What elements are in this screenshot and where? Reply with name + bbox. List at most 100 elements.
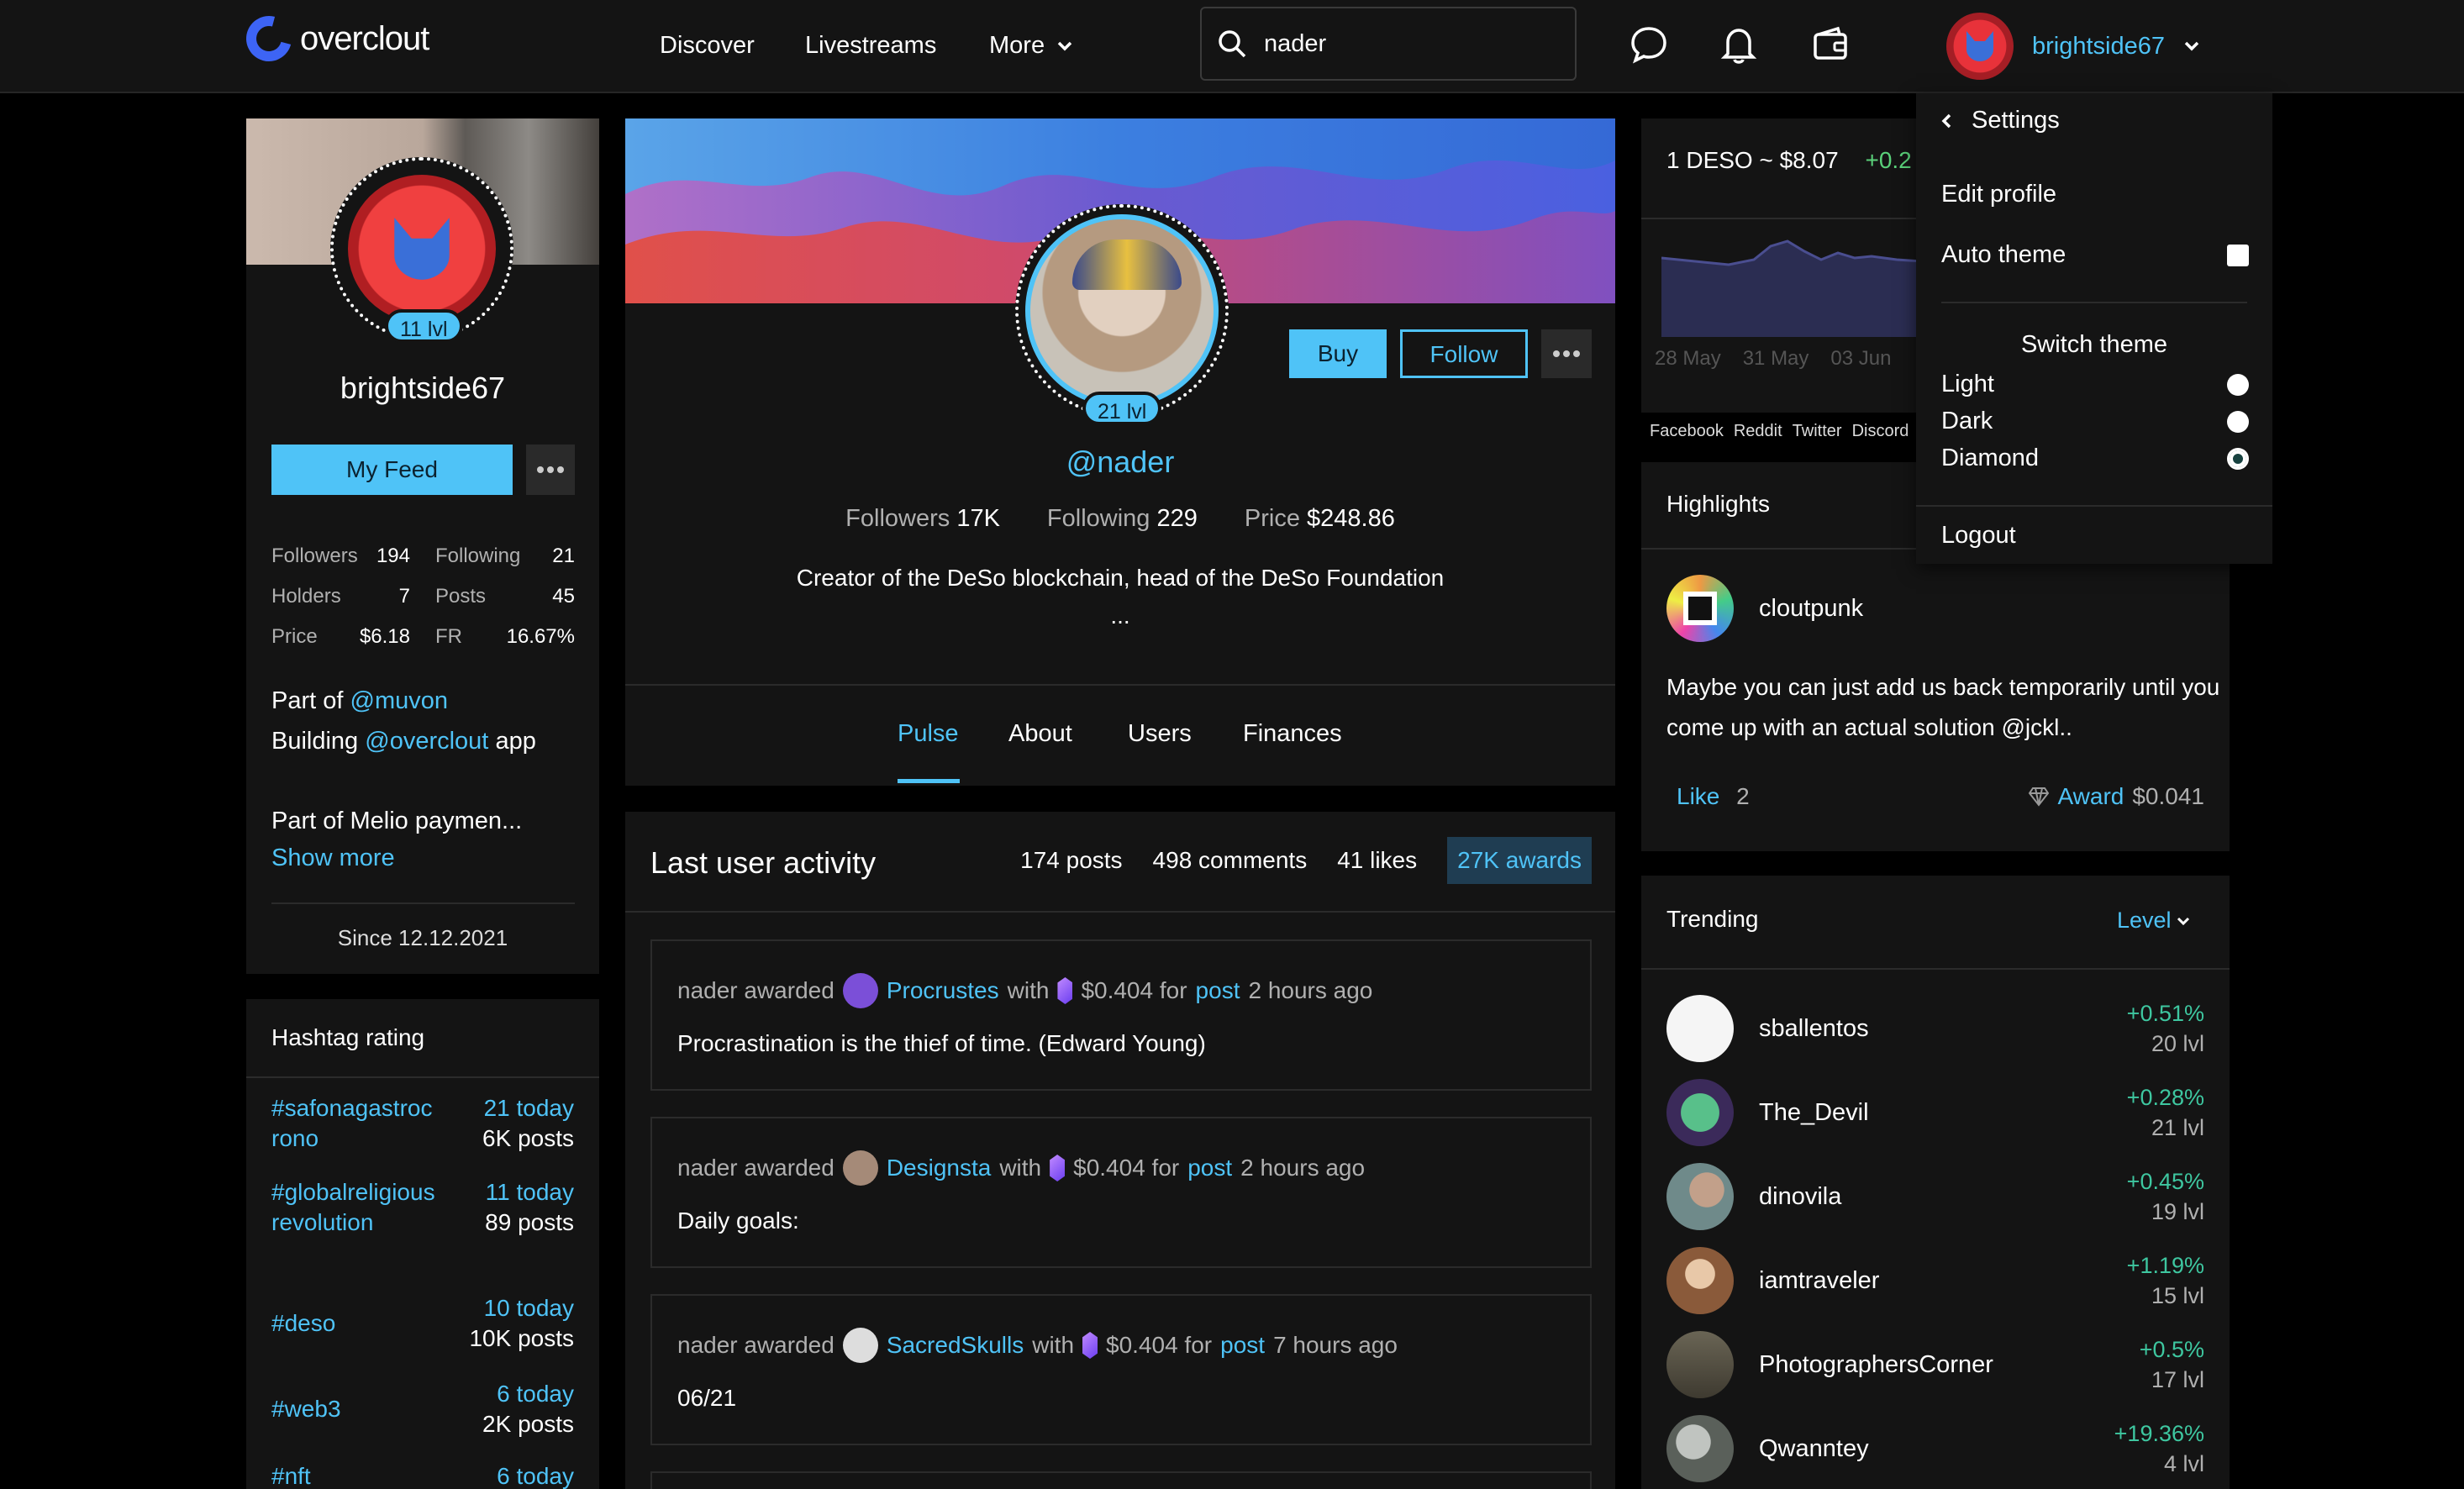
- more-dots-icon: [1553, 350, 1580, 357]
- settings-dropdown: Settings Edit profile Auto theme Switch …: [1916, 93, 2272, 564]
- activity-item[interactable]: nader awarded SacredSkulls with $0.404 f…: [650, 1294, 1592, 1445]
- show-more-link[interactable]: Show more: [271, 844, 395, 872]
- activity-item[interactable]: nader awarded Procrustes with $0.404 for…: [650, 939, 1592, 1091]
- auto-theme-label: Auto theme: [1941, 241, 2066, 268]
- trending-row[interactable]: PhotographersCorner +0.5% 17 lvl: [1666, 1329, 2204, 1400]
- nav-discover[interactable]: Discover: [660, 27, 755, 65]
- post-link[interactable]: post: [1187, 1155, 1232, 1181]
- divider: [625, 684, 1615, 686]
- profile-following[interactable]: Following 229: [1047, 505, 1198, 533]
- trending-row[interactable]: Qwanntey +19.36% 4 lvl: [1666, 1413, 2204, 1484]
- logout-item[interactable]: Logout: [1941, 522, 2016, 550]
- deso-price: 1 DESO ~ $8.07: [1666, 147, 1839, 173]
- deso-change: +0.2: [1865, 147, 1912, 173]
- tab-users[interactable]: Users: [1128, 720, 1192, 771]
- stat-holders[interactable]: Holders 7: [271, 585, 410, 608]
- footer-link-facebook[interactable]: Facebook: [1650, 422, 1724, 441]
- user-menu-toggle[interactable]: brightside67: [1946, 12, 2200, 81]
- nav-livestreams[interactable]: Livestreams: [805, 27, 936, 65]
- activity-item[interactable]: nader awarded Designsta with $0.404 for …: [650, 1117, 1592, 1268]
- bio-link-muvon[interactable]: @muvon: [350, 687, 448, 714]
- price-line: 1 DESO ~ $8.07 +0.2: [1666, 147, 1912, 174]
- hashtag-row[interactable]: #deso 10 today 10K posts: [271, 1293, 574, 1354]
- chevron-down-icon: [1057, 41, 1072, 50]
- activity-item[interactable]: [650, 1471, 1592, 1489]
- search-input[interactable]: [1264, 29, 1566, 58]
- diamond-gem-icon: [1050, 1155, 1066, 1181]
- search-box[interactable]: [1200, 7, 1577, 81]
- profile-followers[interactable]: Followers 17K: [845, 505, 1000, 533]
- avatar: [1666, 995, 1734, 1062]
- chevron-left-icon: [1941, 113, 1951, 128]
- divider: [1941, 302, 2247, 303]
- post-link[interactable]: post: [1196, 977, 1240, 1004]
- bell-icon[interactable]: [1718, 24, 1760, 66]
- post-link[interactable]: post: [1220, 1332, 1265, 1359]
- count-awards[interactable]: 27K awards: [1447, 837, 1592, 884]
- profile-stats: Followers 17K Following 229 Price $248.8…: [625, 505, 1615, 533]
- chevron-down-icon: [2184, 41, 2199, 51]
- avatar: [348, 175, 496, 323]
- count-comments[interactable]: 498 comments: [1153, 847, 1308, 874]
- logo[interactable]: overclout: [238, 8, 429, 70]
- divider: [246, 1076, 599, 1078]
- activity-panel: Last user activity 174 posts 498 comment…: [625, 812, 1615, 1489]
- nav-more[interactable]: More: [989, 27, 1073, 65]
- theme-light-radio[interactable]: [2227, 374, 2249, 396]
- hashtag-row[interactable]: #nft 6 today: [271, 1461, 574, 1489]
- profile-bio-ellipsis[interactable]: ...: [625, 602, 1615, 629]
- count-likes[interactable]: 41 likes: [1337, 847, 1417, 874]
- hashtag-row[interactable]: #web3 6 today 2K posts: [271, 1379, 574, 1439]
- edit-profile-item[interactable]: Edit profile: [1941, 181, 2056, 208]
- trending-row[interactable]: sballentos +0.51% 20 lvl: [1666, 993, 2204, 1064]
- awarded-user-link[interactable]: Procrustes: [887, 977, 999, 1004]
- search-icon: [1219, 30, 1246, 58]
- trending-row[interactable]: The_Devil +0.28% 21 lvl: [1666, 1077, 2204, 1148]
- messages-icon[interactable]: [1628, 24, 1670, 66]
- highlight-text: Maybe you can just add us back temporari…: [1666, 674, 2220, 740]
- more-options-button[interactable]: [1541, 329, 1592, 378]
- like-button[interactable]: Like 2: [1677, 783, 1750, 810]
- trending-row[interactable]: dinovila +0.45% 19 lvl: [1666, 1161, 2204, 1232]
- wallet-icon[interactable]: [1809, 24, 1851, 66]
- buy-button[interactable]: Buy: [1289, 329, 1387, 378]
- my-profile-card: 11 lvl brightside67 My Feed Followers 194…: [246, 118, 599, 974]
- stat-posts[interactable]: Posts 45: [435, 585, 575, 608]
- footer-link-discord[interactable]: Discord: [1852, 422, 1909, 441]
- my-feed-button[interactable]: My Feed: [271, 445, 513, 495]
- avatar: [1666, 1415, 1734, 1482]
- top-bar: overclout Discover Livestreams More brig…: [0, 0, 2464, 93]
- count-posts[interactable]: 174 posts: [1020, 847, 1122, 874]
- tab-pulse[interactable]: Pulse: [898, 720, 959, 771]
- profile-bio: Creator of the DeSo blockchain, head of …: [796, 565, 1445, 591]
- hashtag-row[interactable]: #safonagastrocrono 21 today 6K posts: [271, 1093, 574, 1154]
- auto-theme-checkbox[interactable]: [2227, 245, 2249, 266]
- level-badge: 11 lvl: [385, 309, 463, 343]
- more-options-button[interactable]: [526, 445, 575, 495]
- profile-handle[interactable]: @nader: [625, 445, 1615, 480]
- divider: [1641, 968, 2230, 970]
- follow-button[interactable]: Follow: [1400, 329, 1528, 378]
- chevron-down-icon: [2177, 917, 2189, 925]
- footer-link-reddit[interactable]: Reddit: [1734, 422, 1782, 441]
- highlight-username[interactable]: cloutpunk: [1759, 595, 1863, 623]
- avatar: [1025, 214, 1219, 408]
- hashtag-rating-title: Hashtag rating: [271, 1024, 425, 1050]
- bio-link-overclout[interactable]: @overclout: [365, 728, 488, 755]
- bio-line-3: Part of Melio paymen...: [271, 808, 523, 834]
- stat-followers[interactable]: Followers 194: [271, 545, 410, 568]
- awarded-user-link[interactable]: SacredSkulls: [887, 1332, 1024, 1359]
- awarded-user-link[interactable]: Designsta: [887, 1155, 992, 1181]
- avatar[interactable]: [1666, 575, 1734, 642]
- trending-filter-dropdown[interactable]: Level: [2117, 908, 2190, 934]
- settings-back-button[interactable]: Settings: [1941, 107, 2060, 134]
- theme-diamond-radio[interactable]: [2227, 448, 2249, 470]
- hashtag-row[interactable]: #globalreligiousrevolution 11 today 89 po…: [271, 1177, 574, 1238]
- theme-dark-radio[interactable]: [2227, 411, 2249, 433]
- footer-link-twitter[interactable]: Twitter: [1793, 422, 1842, 441]
- stat-following[interactable]: Following 21: [435, 545, 575, 568]
- tab-about[interactable]: About: [1008, 720, 1072, 771]
- tab-finances[interactable]: Finances: [1243, 720, 1342, 771]
- trending-row[interactable]: iamtraveler +1.19% 15 lvl: [1666, 1245, 2204, 1316]
- award-button[interactable]: Award $0.041: [2019, 783, 2204, 810]
